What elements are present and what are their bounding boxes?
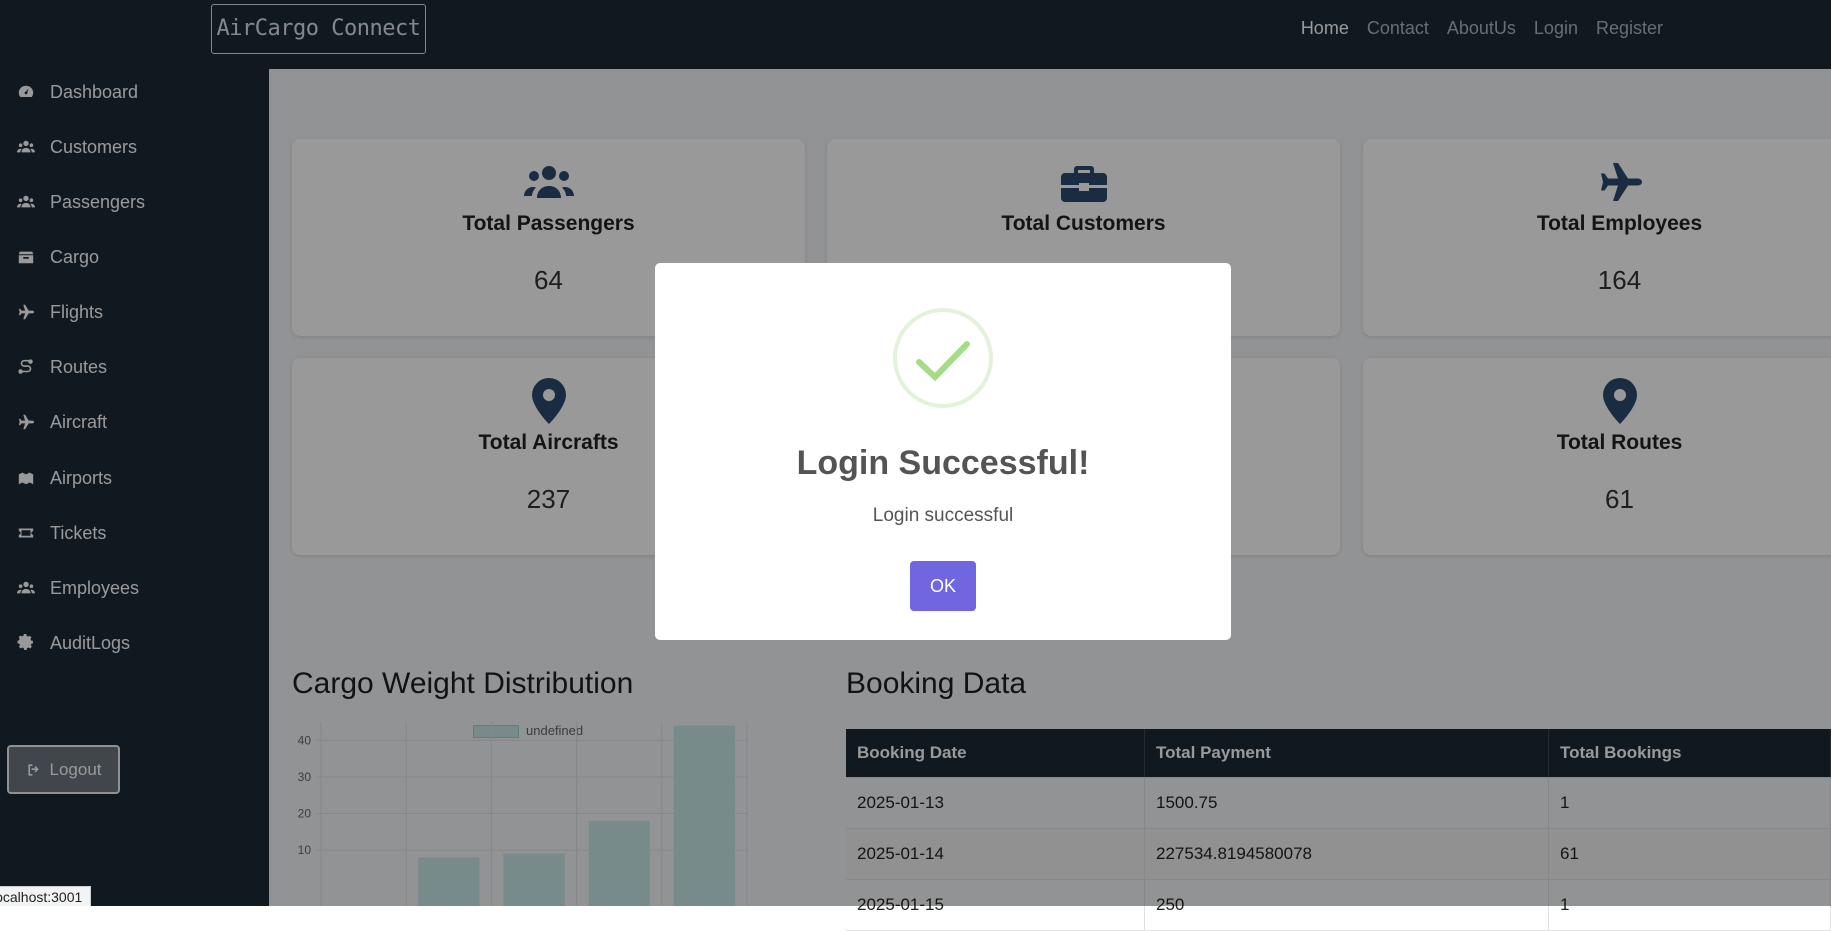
success-dialog: Login Successful! Login successful OK: [655, 263, 1231, 640]
status-url: localhost:3001: [0, 886, 92, 906]
ok-button[interactable]: OK: [910, 561, 976, 611]
dialog-message: Login successful: [872, 505, 1014, 526]
dialog-title: Login Successful!: [796, 444, 1090, 482]
status-url-text: localhost:3001: [0, 889, 83, 905]
success-check-icon: [893, 308, 993, 408]
